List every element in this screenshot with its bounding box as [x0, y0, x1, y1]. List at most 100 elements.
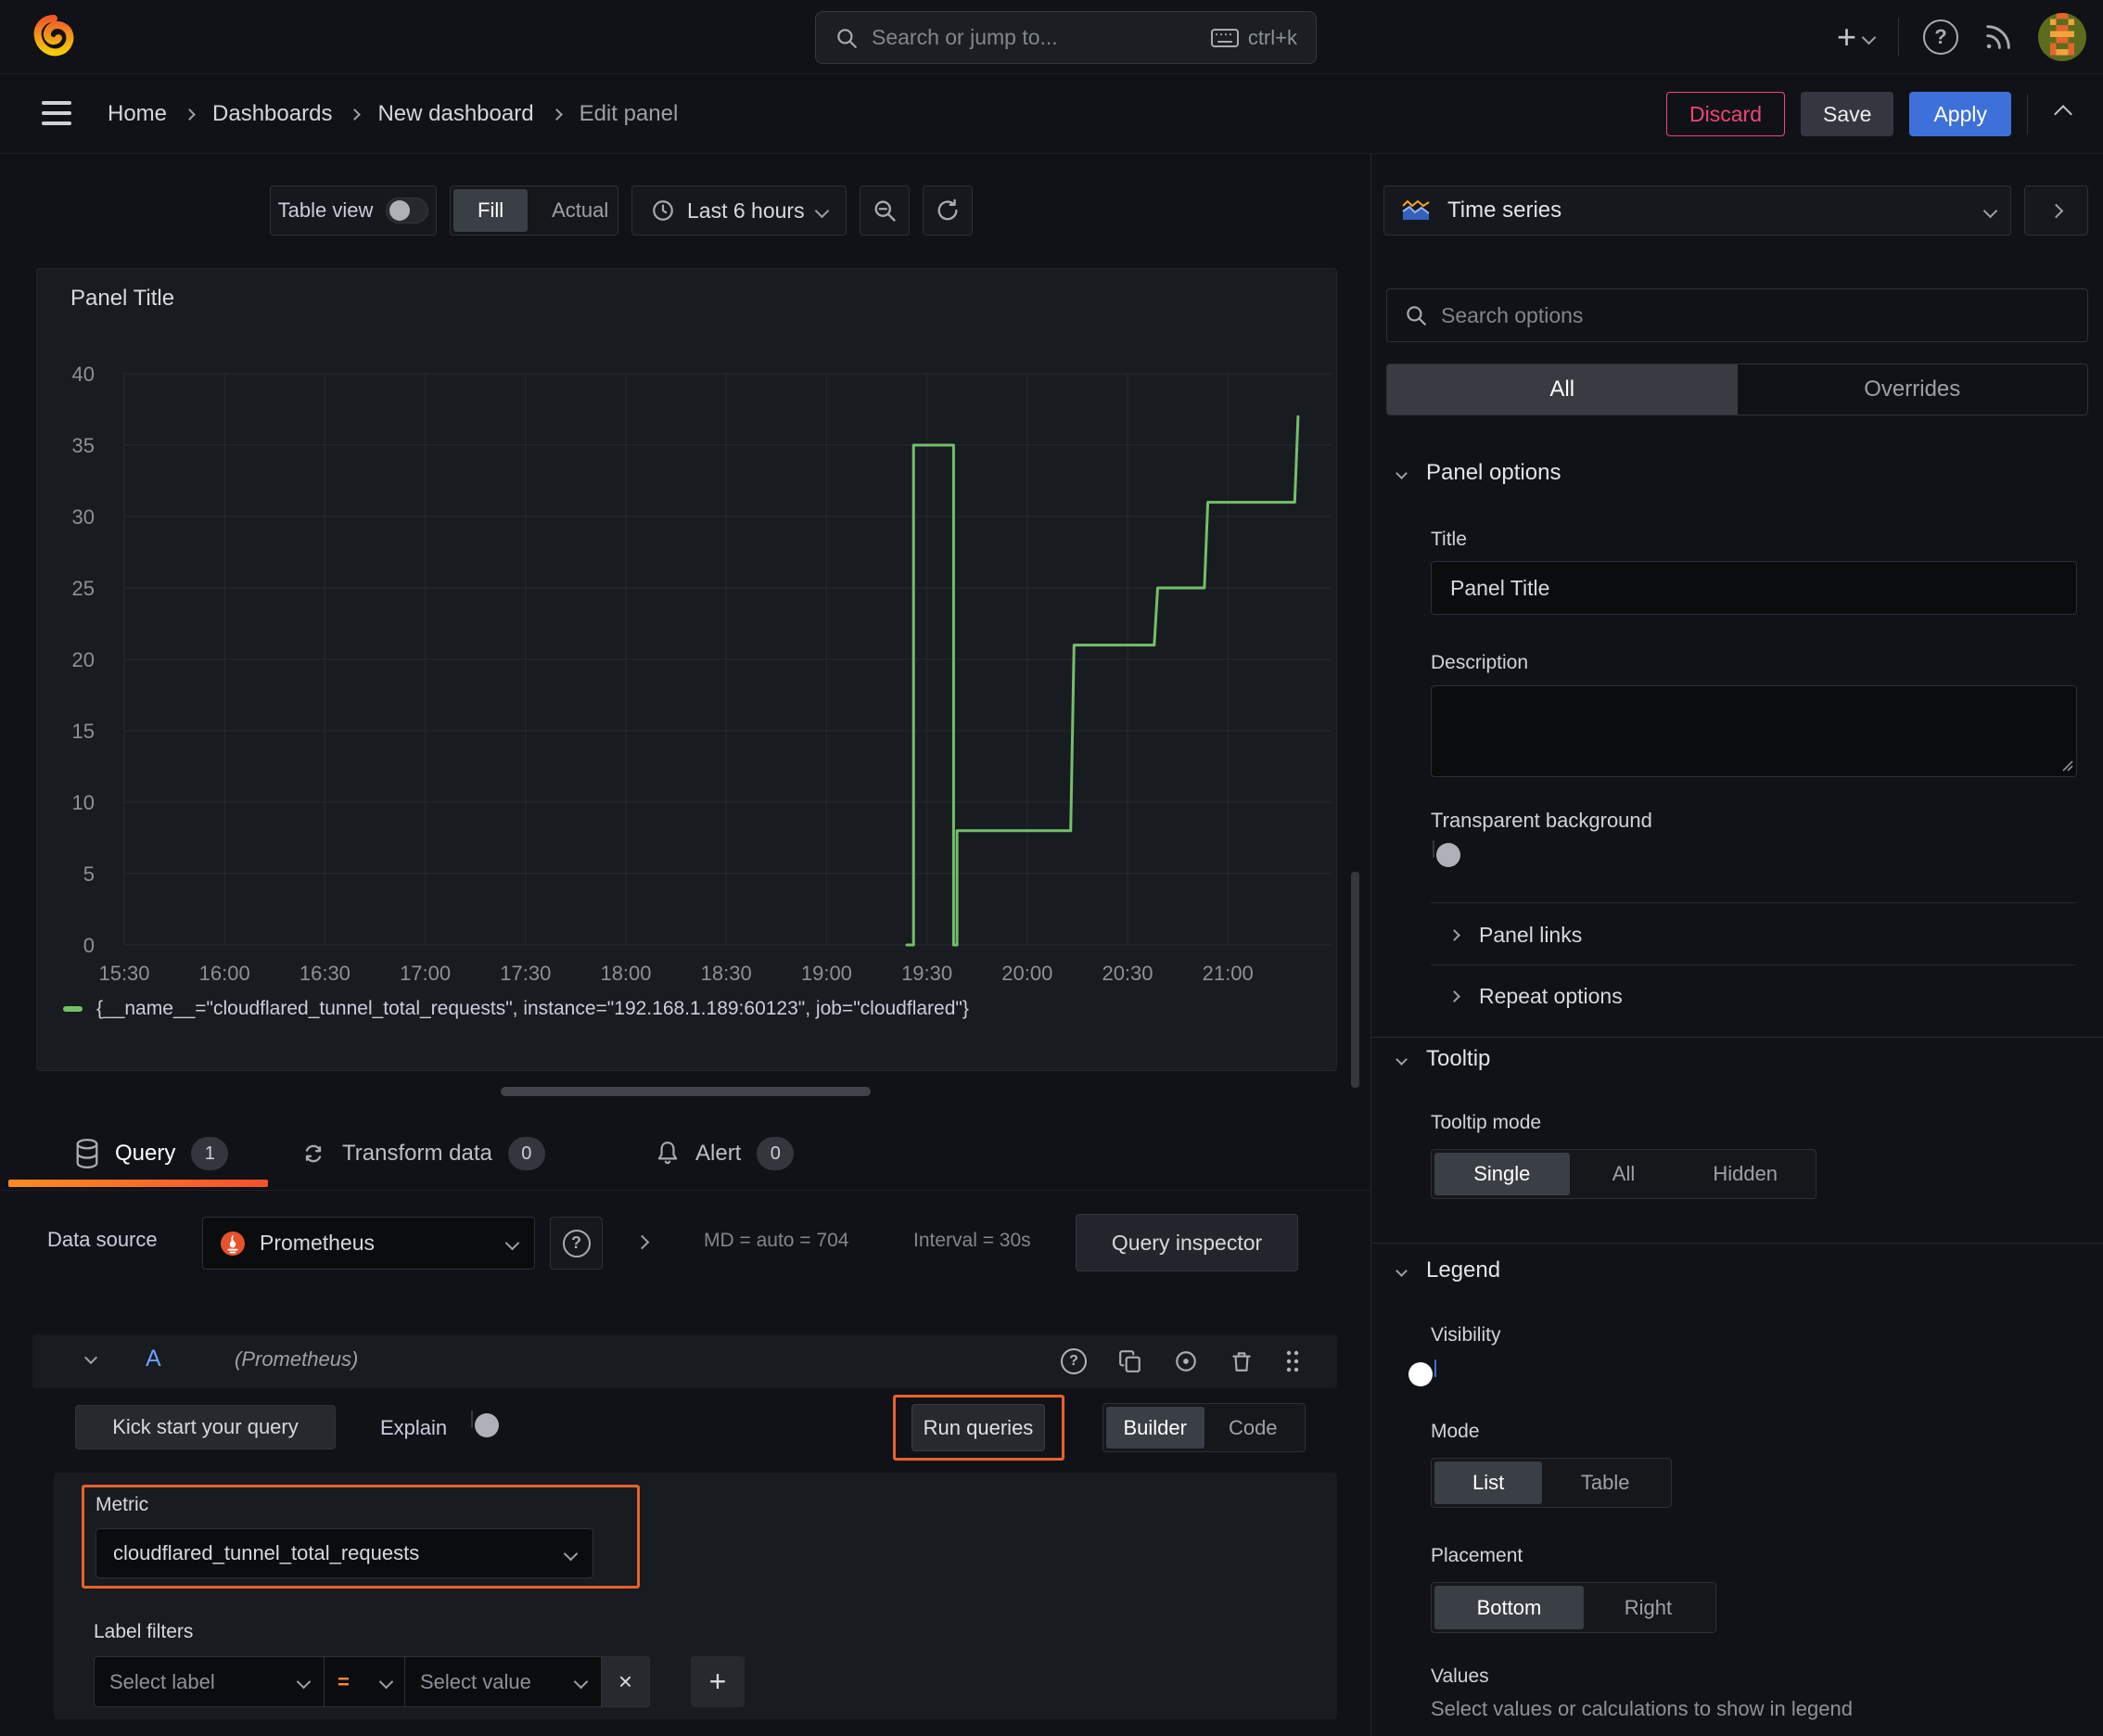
query-inspector-button[interactable]: Query inspector [1076, 1214, 1298, 1271]
top-nav: ctrl+k + ? [0, 0, 2103, 74]
repeat-options-row[interactable]: Repeat options [1448, 977, 1623, 1015]
options-search-box[interactable] [1386, 288, 2088, 342]
legend-series-label[interactable]: {__name__="cloudflared_tunnel_total_requ… [96, 998, 969, 1020]
metric-value: cloudflared_tunnel_total_requests [113, 1541, 420, 1564]
search-input[interactable] [872, 25, 1198, 50]
legend-mode-table[interactable]: Table [1542, 1462, 1668, 1504]
viz-type-label: Time series [1447, 198, 1562, 223]
panel-resize-handle[interactable] [501, 1087, 871, 1096]
legend-placement-switch: Bottom Right [1431, 1582, 1716, 1633]
drag-handle-icon[interactable] [1285, 1349, 1300, 1373]
breadcrumb-item-new-dashboard[interactable]: New dashboard [377, 101, 533, 127]
datasource-help-button[interactable]: ? [550, 1217, 603, 1270]
main-scrollbar[interactable] [1351, 872, 1359, 1088]
explain-toggle[interactable] [471, 1410, 499, 1437]
metric-label: Metric [96, 1494, 149, 1515]
query-row-actions: ? [1061, 1334, 1300, 1388]
save-button[interactable]: Save [1801, 92, 1894, 136]
time-range-picker[interactable]: Last 6 hours [631, 185, 847, 236]
hide-response-eye-icon[interactable] [1174, 1349, 1198, 1373]
select-value-dropdown[interactable]: Select value [405, 1656, 602, 1707]
tab-alert-count: 0 [757, 1137, 795, 1170]
prometheus-icon [220, 1231, 246, 1257]
description-textarea[interactable] [1431, 685, 2077, 777]
select-label-dropdown[interactable]: Select label [94, 1656, 325, 1707]
tooltip-mode-hidden[interactable]: Hidden [1677, 1153, 1813, 1195]
svg-text:19:30: 19:30 [901, 962, 952, 985]
tab-transform-data[interactable]: Transform data 0 [300, 1128, 545, 1180]
fill-option[interactable]: Fill [453, 189, 529, 232]
legend-visibility-toggle[interactable] [1408, 1359, 1436, 1386]
legend-section-header[interactable]: Legend [1396, 1257, 1500, 1283]
description-field-label: Description [1431, 652, 1529, 673]
legend-placement-bottom[interactable]: Bottom [1434, 1586, 1584, 1629]
tab-alert-label: Alert [695, 1141, 742, 1166]
panel-links-row[interactable]: Panel links [1448, 916, 1582, 953]
chevron-down-icon [1396, 466, 1408, 479]
query-help-icon[interactable]: ? [1061, 1348, 1087, 1374]
query-collapse-icon[interactable] [83, 1350, 98, 1365]
title-field-label: Title [1431, 529, 1467, 550]
kick-start-button[interactable]: Kick start your query [75, 1405, 336, 1449]
svg-text:18:30: 18:30 [701, 962, 752, 985]
options-scope-tabs: All Overrides [1386, 364, 2088, 415]
panel-options-header[interactable]: Panel options [1396, 460, 1561, 486]
delete-query-icon[interactable] [1230, 1349, 1254, 1373]
news-rss-button[interactable] [1982, 21, 2014, 53]
tab-overrides[interactable]: Overrides [1738, 364, 2088, 415]
add-filter-button[interactable]: + [691, 1656, 745, 1707]
collapse-header-icon[interactable] [2054, 105, 2072, 123]
help-button[interactable]: ? [1923, 19, 1958, 55]
metric-select[interactable]: cloudflared_tunnel_total_requests [96, 1528, 593, 1578]
zoom-out-button[interactable] [859, 185, 910, 236]
resize-grip-icon[interactable] [2060, 759, 2073, 772]
new-menu-button[interactable]: + [1837, 20, 1877, 54]
user-avatar[interactable] [2038, 13, 2086, 61]
divider [1431, 964, 2077, 965]
timeseries-chart[interactable]: 0 5 10 15 20 25 30 35 40 15:30 16:00 16:30 17:00 17:3… [37, 269, 1336, 992]
tab-all-options[interactable]: All [1387, 364, 1738, 415]
breadcrumb-item-home[interactable]: Home [108, 101, 167, 127]
discard-button[interactable]: Discard [1666, 92, 1786, 136]
active-tab-underline [8, 1180, 268, 1187]
datasource-picker[interactable]: Prometheus [202, 1217, 535, 1270]
search-icon [835, 26, 859, 50]
global-search[interactable]: ctrl+k [815, 11, 1317, 64]
breadcrumb-item-edit-panel: Edit panel [579, 101, 679, 126]
builder-option[interactable]: Builder [1106, 1407, 1204, 1449]
table-view-toggle[interactable] [386, 198, 429, 223]
tooltip-section-header[interactable]: Tooltip [1396, 1046, 1490, 1072]
toggle-viz-picker-button[interactable] [2024, 185, 2088, 236]
code-option[interactable]: Code [1204, 1407, 1303, 1449]
actual-option[interactable]: Actual [528, 189, 632, 232]
operator-value: = [338, 1669, 350, 1693]
tooltip-mode-all[interactable]: All [1570, 1153, 1678, 1195]
transparent-bg-toggle[interactable] [1433, 840, 1460, 867]
menu-toggle-button[interactable] [42, 99, 71, 127]
chart-legend-row[interactable]: {__name__="cloudflared_tunnel_total_requ… [63, 998, 969, 1020]
operator-dropdown[interactable]: = [325, 1656, 405, 1707]
apply-button[interactable]: Apply [1909, 92, 2011, 136]
visualization-picker[interactable]: Time series [1383, 185, 2011, 236]
tab-alert[interactable]: Alert 0 [656, 1128, 795, 1180]
options-search-input[interactable] [1441, 302, 2071, 328]
tooltip-mode-switch: Single All Hidden [1431, 1149, 1816, 1199]
query-ref-id[interactable]: A [146, 1346, 161, 1372]
grafana-logo[interactable] [30, 11, 78, 63]
breadcrumb-item-dashboards[interactable]: Dashboards [212, 101, 332, 127]
duplicate-query-icon[interactable] [1118, 1349, 1142, 1373]
tab-query[interactable]: Query 1 [75, 1128, 229, 1180]
legend-series-swatch [63, 1006, 83, 1012]
svg-text:10: 10 [72, 791, 95, 814]
legend-placement-right[interactable]: Right [1584, 1586, 1713, 1629]
refresh-button[interactable] [922, 185, 973, 236]
run-queries-button[interactable]: Run queries [911, 1404, 1045, 1451]
panel-title-input[interactable] [1431, 561, 2077, 615]
tooltip-mode-single[interactable]: Single [1434, 1153, 1570, 1195]
remove-filter-button[interactable]: × [602, 1656, 650, 1707]
legend-mode-list[interactable]: List [1434, 1462, 1543, 1504]
topnav-right: + ? [1837, 0, 2086, 74]
svg-text:25: 25 [72, 577, 95, 600]
expand-stats-icon[interactable] [634, 1234, 650, 1250]
divider [1431, 902, 2077, 903]
